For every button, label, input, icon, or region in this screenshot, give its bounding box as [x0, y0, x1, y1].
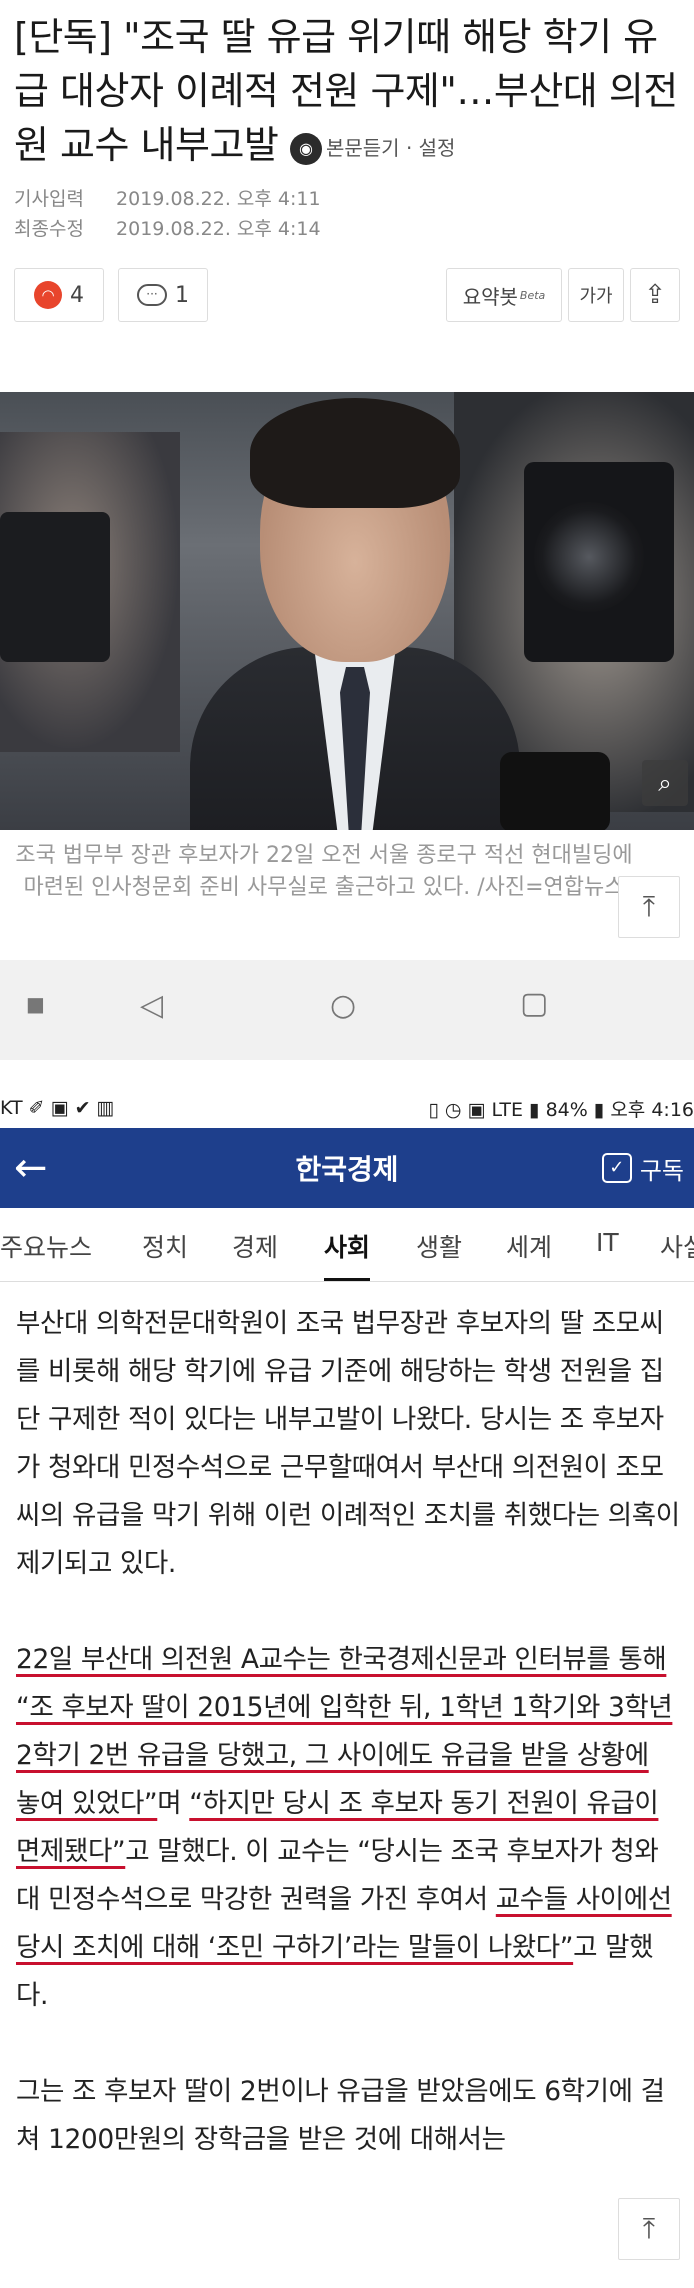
- hair: [250, 398, 460, 508]
- reaction-count: 4: [70, 282, 84, 308]
- beta-badge: Beta: [519, 288, 546, 302]
- home-icon[interactable]: ○: [330, 988, 356, 1023]
- summary-label: 요약봇: [462, 284, 518, 309]
- tab-it[interactable]: IT: [596, 1228, 619, 1257]
- tab-world[interactable]: 세계: [506, 1228, 552, 1264]
- tab-main-news[interactable]: 주요뉴스: [0, 1228, 92, 1264]
- article-body: 부산대 의학전문대학원이 조국 법무장관 후보자의 딸 조모씨를 비롯해 해당 …: [16, 1300, 680, 2212]
- comment-count: 1: [175, 282, 189, 308]
- recent-apps-icon[interactable]: ■: [26, 992, 45, 1016]
- category-tabs: 주요뉴스 정치 경제 사회 생활 세계 IT 사설: [0, 1208, 694, 1282]
- article-meta: 기사입력 2019.08.22. 오후 4:11 최종수정 2019.08.22…: [14, 184, 321, 244]
- angry-face-icon: ◠: [34, 281, 62, 309]
- font-size-label: 가가: [579, 286, 613, 307]
- microphones: [500, 752, 610, 830]
- article-actions: ◠ 4 ··· 1 요약봇 Beta 가가 ⇪: [14, 268, 680, 322]
- tab-editorial[interactable]: 사설: [660, 1228, 694, 1264]
- scroll-to-top-button[interactable]: ⤒: [618, 876, 680, 938]
- share-icon: ⇪: [644, 280, 666, 310]
- article-headline: [단독] "조국 딸 유급 위기때 해당 학기 유급 대상자 이례적 전원 구제…: [14, 10, 684, 175]
- paragraph-3: 그는 조 후보자 딸이 2번이나 유급을 받았음에도 6학기에 걸쳐 1200만…: [16, 2076, 665, 2155]
- arrow-up-icon: ⤒: [642, 890, 656, 923]
- check-icon: ✓: [601, 1153, 632, 1183]
- zoom-icon: ⌕: [658, 769, 672, 797]
- modified-time: 2019.08.22. 오후 4:14: [116, 218, 321, 240]
- paragraph-1: 부산대 의학전문대학원이 조국 법무장관 후보자의 딸 조모씨를 비롯해 해당 …: [16, 1308, 680, 1579]
- summary-bot-button[interactable]: 요약봇 Beta: [446, 268, 562, 322]
- subscribe-button[interactable]: ✓ 구독: [601, 1151, 684, 1186]
- font-size-button[interactable]: 가가: [568, 268, 624, 322]
- publisher-title: 한국경제: [295, 1153, 399, 1186]
- share-button[interactable]: ⇪: [630, 268, 680, 322]
- scroll-to-top-button-bottom[interactable]: ⤒: [618, 2198, 680, 2260]
- article-photo: [0, 392, 694, 830]
- comment-bubble-icon: ···: [137, 284, 167, 306]
- status-right: ▯ ◷ ▣ LTE ▮ 84% ▮ 오후 4:16: [428, 1098, 694, 1121]
- plain-text: 며: [157, 1788, 190, 1819]
- published-time: 2019.08.22. 오후 4:11: [116, 188, 321, 210]
- listen-label: 본문듣기 · 설정: [325, 135, 456, 160]
- overview-icon[interactable]: ▢: [520, 986, 548, 1021]
- modified-row: 최종수정 2019.08.22. 오후 4:14: [14, 214, 321, 244]
- listen-button[interactable]: ◉ 본문듣기 · 설정: [289, 133, 456, 165]
- android-nav-bar: ■ ◁ ○ ▢: [0, 960, 694, 1060]
- status-bar: KT ✐ ▣ ✔ ▥ ▯ ◷ ▣ LTE ▮ 84% ▮ 오후 4:16: [0, 1088, 694, 1128]
- reaction-button[interactable]: ◠ 4: [14, 268, 104, 322]
- camera-lens: [534, 502, 644, 612]
- published-row: 기사입력 2019.08.22. 오후 4:11: [14, 184, 321, 214]
- tab-economy[interactable]: 경제: [232, 1228, 278, 1264]
- comment-button[interactable]: ··· 1: [118, 268, 208, 322]
- status-left: KT ✐ ▣ ✔ ▥: [0, 1097, 115, 1119]
- tab-politics[interactable]: 정치: [142, 1228, 188, 1264]
- camera-left: [0, 512, 110, 662]
- paragraph-2: 22일 부산대 의전원 A교수는 한국경제신문과 인터뷰를 통해 “조 후보자 …: [16, 1636, 680, 2020]
- back-icon[interactable]: ◁: [140, 988, 163, 1023]
- photo-zoom-button[interactable]: ⌕: [642, 760, 688, 806]
- published-label: 기사입력: [14, 188, 84, 210]
- tab-society[interactable]: 사회: [324, 1228, 371, 1281]
- app-bar: ← 한국경제 ✓ 구독: [0, 1128, 694, 1208]
- arrow-up-icon: ⤒: [642, 2212, 656, 2245]
- subscribe-label: 구독: [639, 1156, 684, 1185]
- tab-life[interactable]: 생활: [416, 1228, 462, 1264]
- speaker-icon: ◉: [289, 133, 322, 165]
- modified-label: 최종수정: [14, 218, 84, 240]
- photo-caption: 조국 법무부 장관 후보자가 22일 오전 서울 종로구 적선 현대빌딩에 마련…: [15, 843, 633, 900]
